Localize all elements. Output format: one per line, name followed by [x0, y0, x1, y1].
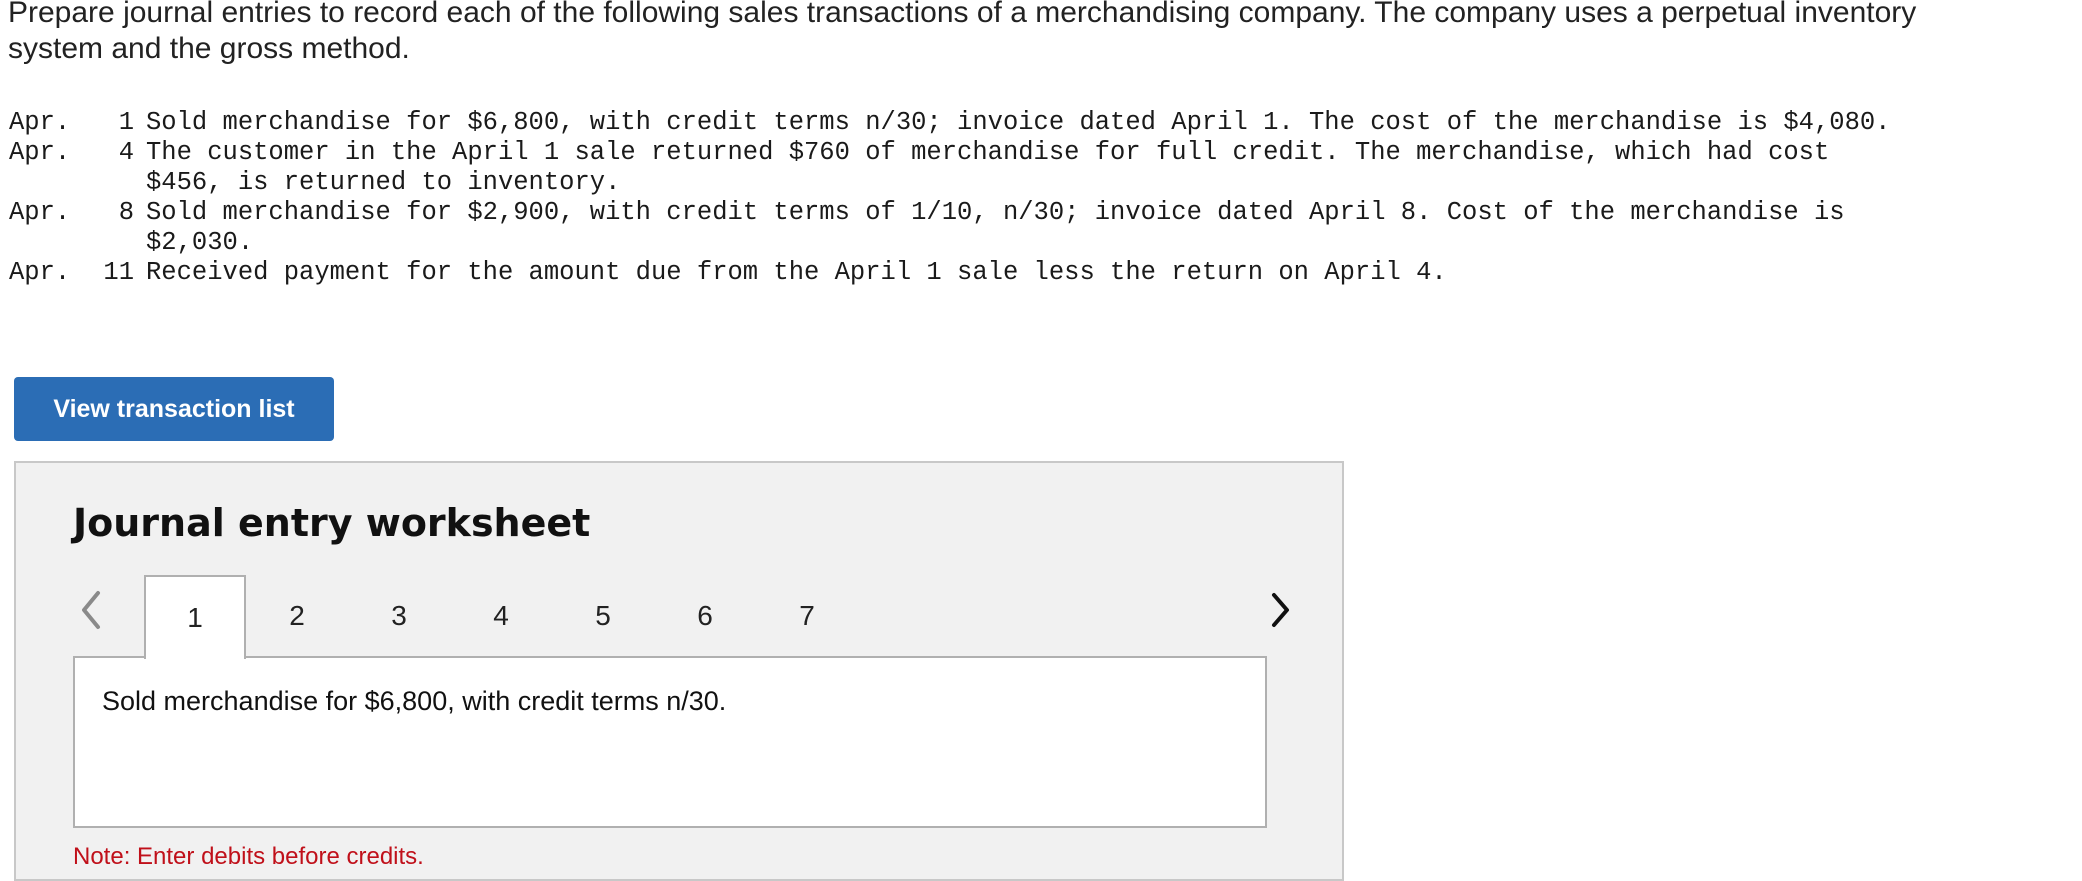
chevron-right-icon[interactable] — [1260, 585, 1300, 635]
transaction-row: Apr. 11 Received payment for the amount … — [9, 258, 1906, 288]
entry-tabs: 1 2 3 4 5 6 7 — [144, 575, 858, 659]
entry-description-panel: Sold merchandise for $6,800, with credit… — [73, 656, 1267, 828]
transaction-month: Apr. — [9, 198, 71, 227]
tab-1[interactable]: 1 — [144, 575, 246, 659]
transaction-month: Apr. — [9, 108, 71, 137]
chevron-left-icon — [82, 591, 100, 629]
transaction-day: 8 — [118, 198, 134, 227]
chevron-right-icon — [1272, 593, 1289, 627]
transaction-month: Apr. — [9, 258, 71, 287]
entry-description: Sold merchandise for $6,800, with credit… — [102, 686, 727, 716]
transaction-description: Received payment for the amount due from… — [146, 258, 1447, 287]
worksheet-title: Journal entry worksheet — [73, 501, 591, 545]
transaction-description: The customer in the April 1 sale returne… — [146, 138, 1830, 197]
transaction-list: Apr. 1 Sold merchandise for $6,800, with… — [9, 108, 1906, 288]
tab-5[interactable]: 5 — [552, 575, 654, 657]
transaction-day: 1 — [118, 108, 134, 137]
debit-credit-note: Note: Enter debits before credits. — [73, 843, 424, 870]
transaction-day: 11 — [103, 258, 134, 287]
tab-4[interactable]: 4 — [450, 575, 552, 657]
tab-2[interactable]: 2 — [246, 575, 348, 657]
transaction-row: Apr. 1 Sold merchandise for $6,800, with… — [9, 108, 1906, 138]
journal-entry-worksheet: Journal entry worksheet 1 2 3 4 5 6 7 So… — [14, 461, 1344, 881]
instructions-text: Prepare journal entries to record each o… — [8, 0, 1917, 65]
transaction-row: Apr. 8 Sold merchandise for $2,900, with… — [9, 198, 1906, 258]
transaction-description: Sold merchandise for $2,900, with credit… — [146, 198, 1845, 257]
tab-3[interactable]: 3 — [348, 575, 450, 657]
transaction-month: Apr. — [9, 138, 71, 167]
transaction-day: 4 — [118, 138, 134, 167]
transaction-description: Sold merchandise for $6,800, with credit… — [146, 108, 1891, 137]
view-transaction-list-button[interactable]: View transaction list — [14, 377, 334, 441]
transaction-row: Apr. 4 The customer in the April 1 sale … — [9, 138, 1906, 198]
tab-7[interactable]: 7 — [756, 575, 858, 657]
tab-6[interactable]: 6 — [654, 575, 756, 657]
chevron-left-icon[interactable] — [72, 585, 112, 635]
